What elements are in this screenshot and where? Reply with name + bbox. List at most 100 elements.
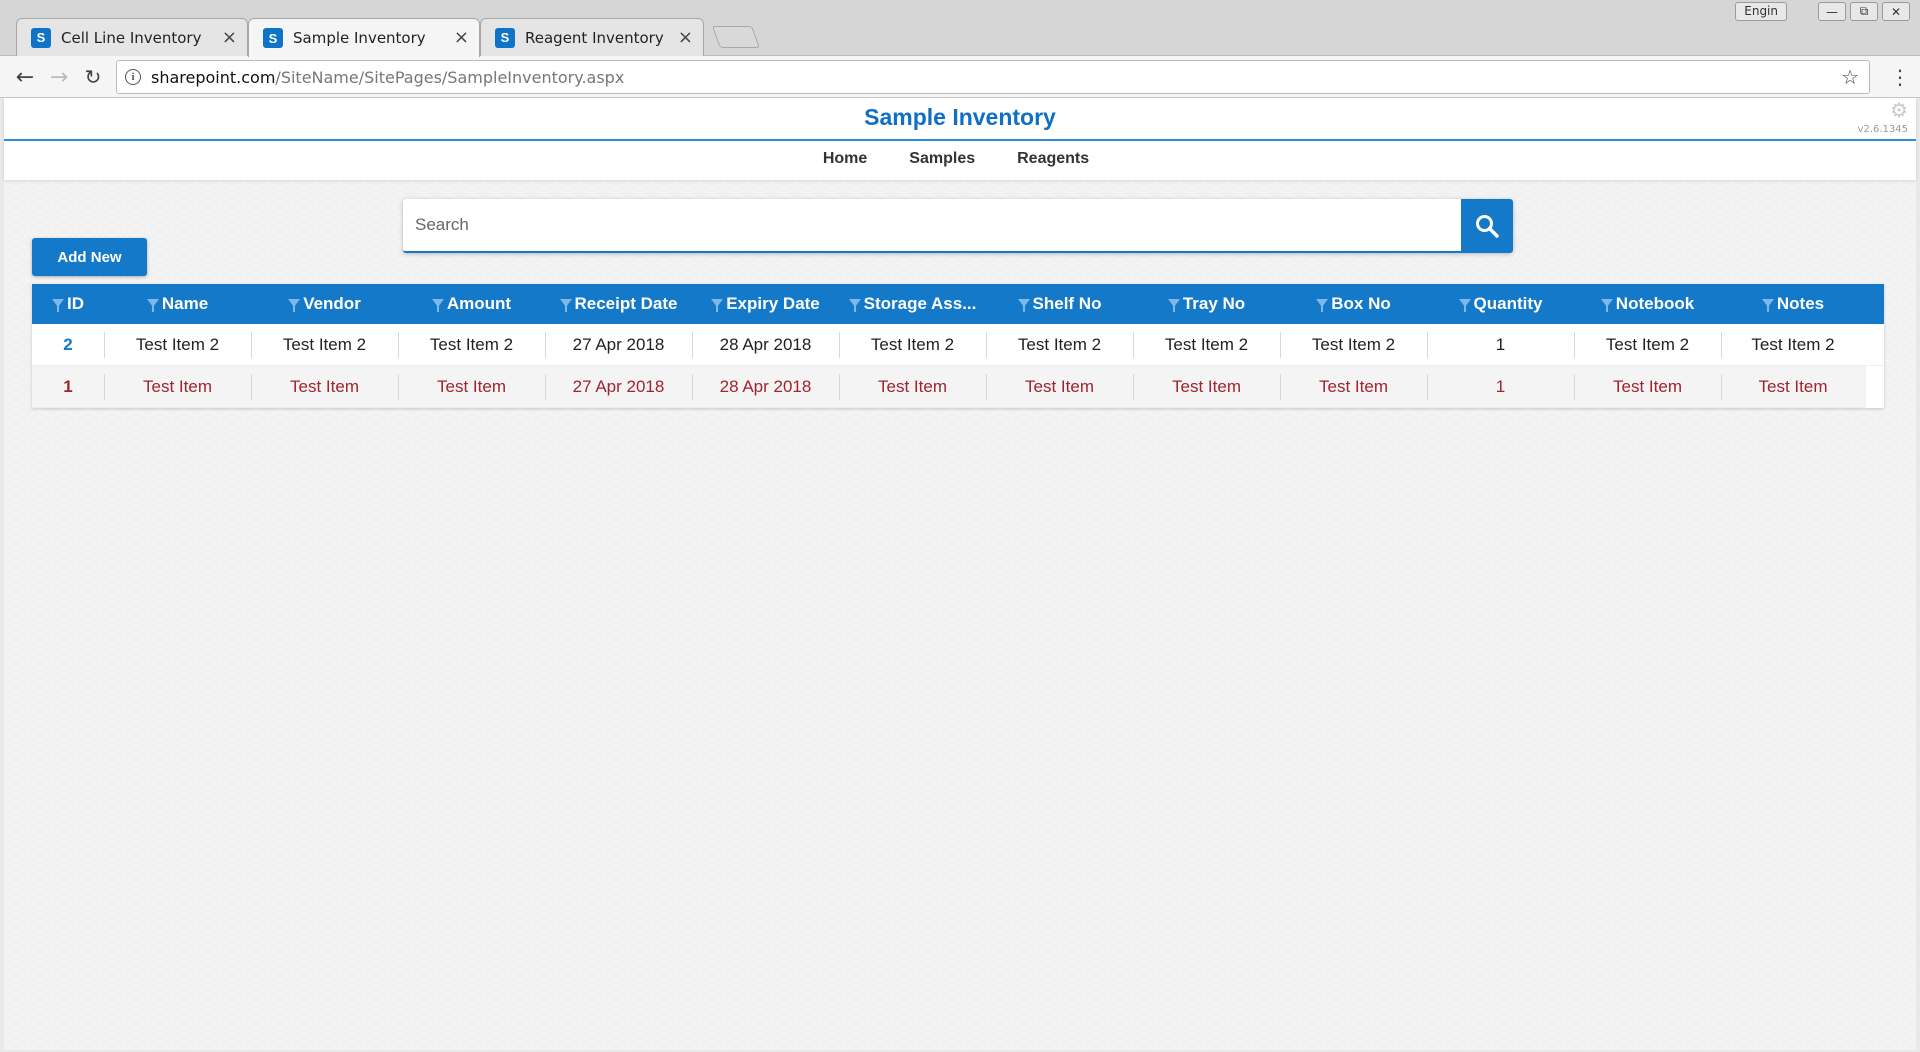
- tab-cell-line-inventory[interactable]: S Cell Line Inventory ×: [16, 18, 248, 56]
- search-button[interactable]: [1461, 199, 1513, 253]
- minimize-icon[interactable]: —: [1818, 2, 1846, 21]
- cell-notes: Test Item 2: [1721, 324, 1865, 366]
- cell-notebook: Test Item 2: [1574, 324, 1721, 366]
- cell-notes: Test Item: [1721, 366, 1865, 408]
- cell-box-no: Test Item 2: [1280, 324, 1427, 366]
- cell-expiry-date: 28 Apr 2018: [692, 324, 839, 366]
- cell-receipt-date: 27 Apr 2018: [545, 324, 692, 366]
- back-arrow-icon[interactable]: ←: [10, 62, 40, 92]
- add-new-button[interactable]: Add New: [32, 238, 147, 276]
- info-icon[interactable]: i: [125, 69, 141, 85]
- tab-label: Sample Inventory: [293, 29, 426, 47]
- column-header-tray-no[interactable]: Tray No: [1133, 284, 1280, 324]
- column-header-amount[interactable]: Amount: [398, 284, 545, 324]
- address-bar[interactable]: i sharepoint.com /SiteName/SitePages/Sam…: [116, 60, 1870, 94]
- cell-receipt-date: 27 Apr 2018: [545, 366, 692, 408]
- filter-icon[interactable]: [711, 299, 724, 312]
- language-indicator[interactable]: Engin: [1735, 2, 1787, 21]
- filter-icon[interactable]: [1167, 299, 1180, 312]
- column-header-vendor[interactable]: Vendor: [251, 284, 398, 324]
- filter-icon[interactable]: [52, 299, 64, 312]
- cell-storage-assignment: Test Item 2: [839, 324, 986, 366]
- tab-label: Cell Line Inventory: [61, 28, 202, 47]
- filter-icon[interactable]: [288, 299, 301, 312]
- page-content: Sample Inventory ⚙ v2.6.1345 Home Sample…: [4, 98, 1916, 1050]
- column-header-storage-assignment[interactable]: Storage Ass...: [839, 284, 986, 324]
- cell-name: Test Item 2: [104, 324, 251, 366]
- close-icon[interactable]: ×: [454, 29, 469, 47]
- close-icon[interactable]: ×: [222, 28, 237, 47]
- column-label: Receipt Date: [574, 294, 678, 313]
- search-input[interactable]: [403, 199, 1461, 253]
- cell-tray-no: Test Item: [1133, 366, 1280, 408]
- filter-icon[interactable]: [1600, 299, 1613, 312]
- cell-notebook: Test Item: [1574, 366, 1721, 408]
- column-header-name[interactable]: Name: [104, 284, 251, 324]
- bookmark-star-icon[interactable]: ☆: [1841, 65, 1859, 89]
- sharepoint-icon: S: [31, 27, 51, 48]
- column-label: Tray No: [1182, 294, 1246, 313]
- column-label: Shelf No: [1032, 294, 1102, 313]
- cell-amount: Test Item 2: [398, 324, 545, 366]
- table-row[interactable]: 1 Test Item Test Item Test Item 27 Apr 2…: [32, 366, 1866, 408]
- browser-menu-icon[interactable]: ⋮: [1890, 62, 1910, 92]
- close-window-icon[interactable]: ✕: [1882, 2, 1910, 21]
- filter-icon[interactable]: [1316, 299, 1329, 312]
- search-bar: [403, 199, 1513, 253]
- column-header-expiry-date[interactable]: Expiry Date: [692, 284, 839, 324]
- column-header-quantity[interactable]: Quantity: [1427, 284, 1574, 324]
- forward-arrow-icon[interactable]: →: [44, 62, 74, 92]
- column-label: Expiry Date: [726, 294, 820, 313]
- filter-icon[interactable]: [146, 299, 159, 312]
- cell-quantity: 1: [1427, 366, 1574, 408]
- filter-icon[interactable]: [1761, 299, 1774, 312]
- cell-name: Test Item: [104, 366, 251, 408]
- column-header-shelf-no[interactable]: Shelf No: [986, 284, 1133, 324]
- url-host: sharepoint.com: [151, 67, 276, 87]
- nav-home[interactable]: Home: [823, 150, 867, 168]
- close-icon[interactable]: ×: [678, 28, 693, 47]
- nav-reagents[interactable]: Reagents: [1017, 150, 1089, 168]
- gear-icon[interactable]: ⚙: [1890, 98, 1908, 122]
- column-header-id[interactable]: ID: [32, 284, 104, 324]
- filter-icon[interactable]: [1017, 299, 1030, 312]
- column-label: Quantity: [1473, 294, 1543, 313]
- filter-icon[interactable]: [431, 299, 444, 312]
- search-icon: [1476, 215, 1499, 238]
- title-divider: [4, 139, 1916, 141]
- site-header: Sample Inventory ⚙ v2.6.1345 Home Sample…: [4, 98, 1916, 180]
- tab-sample-inventory[interactable]: S Sample Inventory ×: [248, 18, 480, 57]
- top-navigation: Home Samples Reagents: [4, 150, 1916, 168]
- tab-reagent-inventory[interactable]: S Reagent Inventory ×: [480, 18, 704, 56]
- restore-icon[interactable]: ⧉: [1850, 2, 1878, 21]
- column-header-notes[interactable]: Notes: [1721, 284, 1865, 324]
- column-label: Box No: [1331, 294, 1391, 313]
- nav-samples[interactable]: Samples: [909, 150, 975, 168]
- table-header: ID Name Vendor Amount Receipt Date Expir…: [32, 284, 1884, 324]
- column-label: Notebook: [1615, 294, 1695, 313]
- cell-box-no: Test Item: [1280, 366, 1427, 408]
- cell-id[interactable]: 1: [32, 366, 104, 408]
- column-header-notebook[interactable]: Notebook: [1574, 284, 1721, 324]
- cell-tray-no: Test Item 2: [1133, 324, 1280, 366]
- column-label: Amount: [446, 294, 512, 313]
- cell-amount: Test Item: [398, 366, 545, 408]
- column-header-box-no[interactable]: Box No: [1280, 284, 1427, 324]
- inventory-table: ID Name Vendor Amount Receipt Date Expir…: [32, 284, 1884, 408]
- reload-icon[interactable]: ↻: [78, 62, 108, 92]
- column-label: Vendor: [303, 294, 361, 313]
- filter-icon[interactable]: [1458, 299, 1471, 312]
- column-label: Storage Ass...: [863, 294, 977, 313]
- new-tab-button[interactable]: [711, 26, 761, 48]
- filter-icon[interactable]: [848, 299, 861, 312]
- table-row[interactable]: 2 Test Item 2 Test Item 2 Test Item 2 27…: [32, 324, 1884, 366]
- column-label: Notes: [1776, 294, 1825, 313]
- cell-id[interactable]: 2: [32, 324, 104, 366]
- filter-icon[interactable]: [559, 299, 572, 312]
- column-label: Name: [161, 294, 209, 313]
- column-header-receipt-date[interactable]: Receipt Date: [545, 284, 692, 324]
- sharepoint-icon: S: [495, 27, 515, 48]
- browser-toolbar: ← → ↻ i sharepoint.com /SiteName/SitePag…: [0, 56, 1920, 98]
- cell-storage-assignment: Test Item: [839, 366, 986, 408]
- sharepoint-icon: S: [263, 28, 283, 48]
